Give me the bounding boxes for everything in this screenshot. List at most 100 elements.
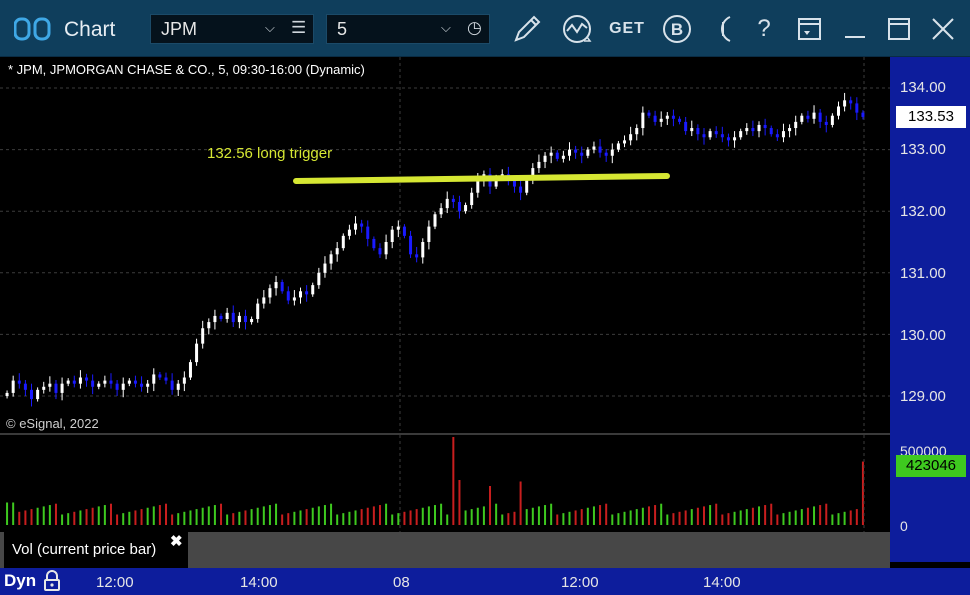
candle-body [537,161,541,169]
volume-bar [476,507,479,525]
watermark: © eSignal, 2022 [6,416,99,431]
volume-bar [220,503,223,525]
volume-bar [18,511,21,525]
get-button[interactable]: GET [609,12,644,46]
dynamic-mode-label[interactable]: Dyn [4,571,36,591]
candle-body [512,180,516,187]
volume-bar [85,509,88,525]
candle-body [311,285,315,295]
volume-bar [611,514,614,525]
candle-body [274,282,278,289]
candle-body [170,380,174,390]
volume-bar [378,505,381,525]
candle-body [800,115,804,122]
chart-header: * JPM, JPMORGAN CHASE & CO., 5, 09:30-16… [8,62,365,77]
candle-body [85,377,89,381]
volume-bar [61,514,64,525]
candle-body [250,319,254,323]
volume-bar [440,503,443,525]
volume-bar [501,514,504,525]
candle-body [115,383,119,390]
minimize-icon[interactable] [840,12,870,46]
time-axis[interactable]: Dyn 12:00 14:00 08 12:00 14:00 [0,568,970,595]
volume-bar [758,506,761,525]
chevron-down-icon[interactable]: ⌵ [441,20,451,36]
clock-icon[interactable]: ◷ [467,18,482,38]
volume-chart[interactable] [0,435,890,532]
candle-body [757,124,761,132]
chevron-down-icon[interactable]: ⌵ [265,20,275,36]
volume-bar [825,503,828,525]
volume-bar [415,509,418,525]
time-tick-label: 12:00 [561,574,599,591]
candle-body [592,146,596,150]
volume-bar [605,503,608,525]
last-volume-badge: 423046 [896,455,966,477]
symbol-value: JPM [161,19,197,39]
candle-body [457,201,461,212]
help-button[interactable]: ? [750,12,778,46]
volume-bar [158,505,161,525]
volume-bar [507,513,510,525]
volume-bar [617,513,620,525]
clipped-circle-icon[interactable] [708,12,732,46]
volume-legend[interactable]: Vol (current price bar) [4,532,188,568]
volume-bar [299,510,302,525]
volume-bar [12,502,15,525]
candle-body [256,303,260,319]
candle-body [567,149,571,156]
price-tick-label: 133.00 [900,141,946,158]
candle-body [720,134,724,138]
price-chart[interactable] [0,57,890,431]
volume-bar [855,509,858,525]
close-study-icon[interactable]: ✖ [170,532,183,550]
volume-bar [287,513,290,525]
candle-body [5,392,9,396]
candle-body [549,152,553,156]
volume-bar [6,502,9,525]
lock-icon[interactable] [42,570,62,592]
candle-body [855,103,859,113]
candle-body [464,205,468,212]
volume-bar [207,506,210,525]
volume-bar [592,506,595,525]
symbol-list-icon[interactable]: ☰ [291,18,306,38]
candle-body [763,124,767,129]
candle-body [268,288,272,298]
candle-body [543,155,547,162]
volume-bar [281,514,284,525]
maximize-icon[interactable] [884,12,914,46]
candle-body [439,208,443,215]
candle-body [445,198,449,209]
layout-icon[interactable] [795,12,825,46]
time-tick-label: 14:00 [240,574,278,591]
volume-pane[interactable] [0,435,890,532]
candle-body [726,137,730,141]
price-pane[interactable] [0,57,890,431]
volume-bar [647,506,650,525]
volume-bar [660,503,663,525]
candle-body [470,192,474,206]
buy-button[interactable]: B [660,12,694,46]
candle-body [714,131,718,135]
pencil-icon[interactable] [510,12,544,46]
volume-bar [806,507,809,525]
study-icon[interactable] [560,12,594,46]
volume-bar [513,511,516,525]
candle-body [390,229,394,242]
price-axis[interactable] [890,57,970,562]
volume-bar [372,506,375,525]
volume-bar [183,511,186,525]
candle-body [818,112,822,122]
interval-dropdown[interactable]: 5 ⌵ ◷ [326,14,490,44]
volume-bar [690,509,693,525]
volume-bar [409,510,412,525]
close-icon[interactable] [928,12,958,46]
volume-bar [262,506,265,525]
trigger-annotation-label[interactable]: 132.56 long trigger [207,145,332,162]
volume-bar [122,513,125,525]
volume-bar [819,505,822,525]
symbol-dropdown[interactable]: JPM ⌵ ☰ [150,14,314,44]
candle-body [574,149,578,153]
candle-body [158,374,162,378]
